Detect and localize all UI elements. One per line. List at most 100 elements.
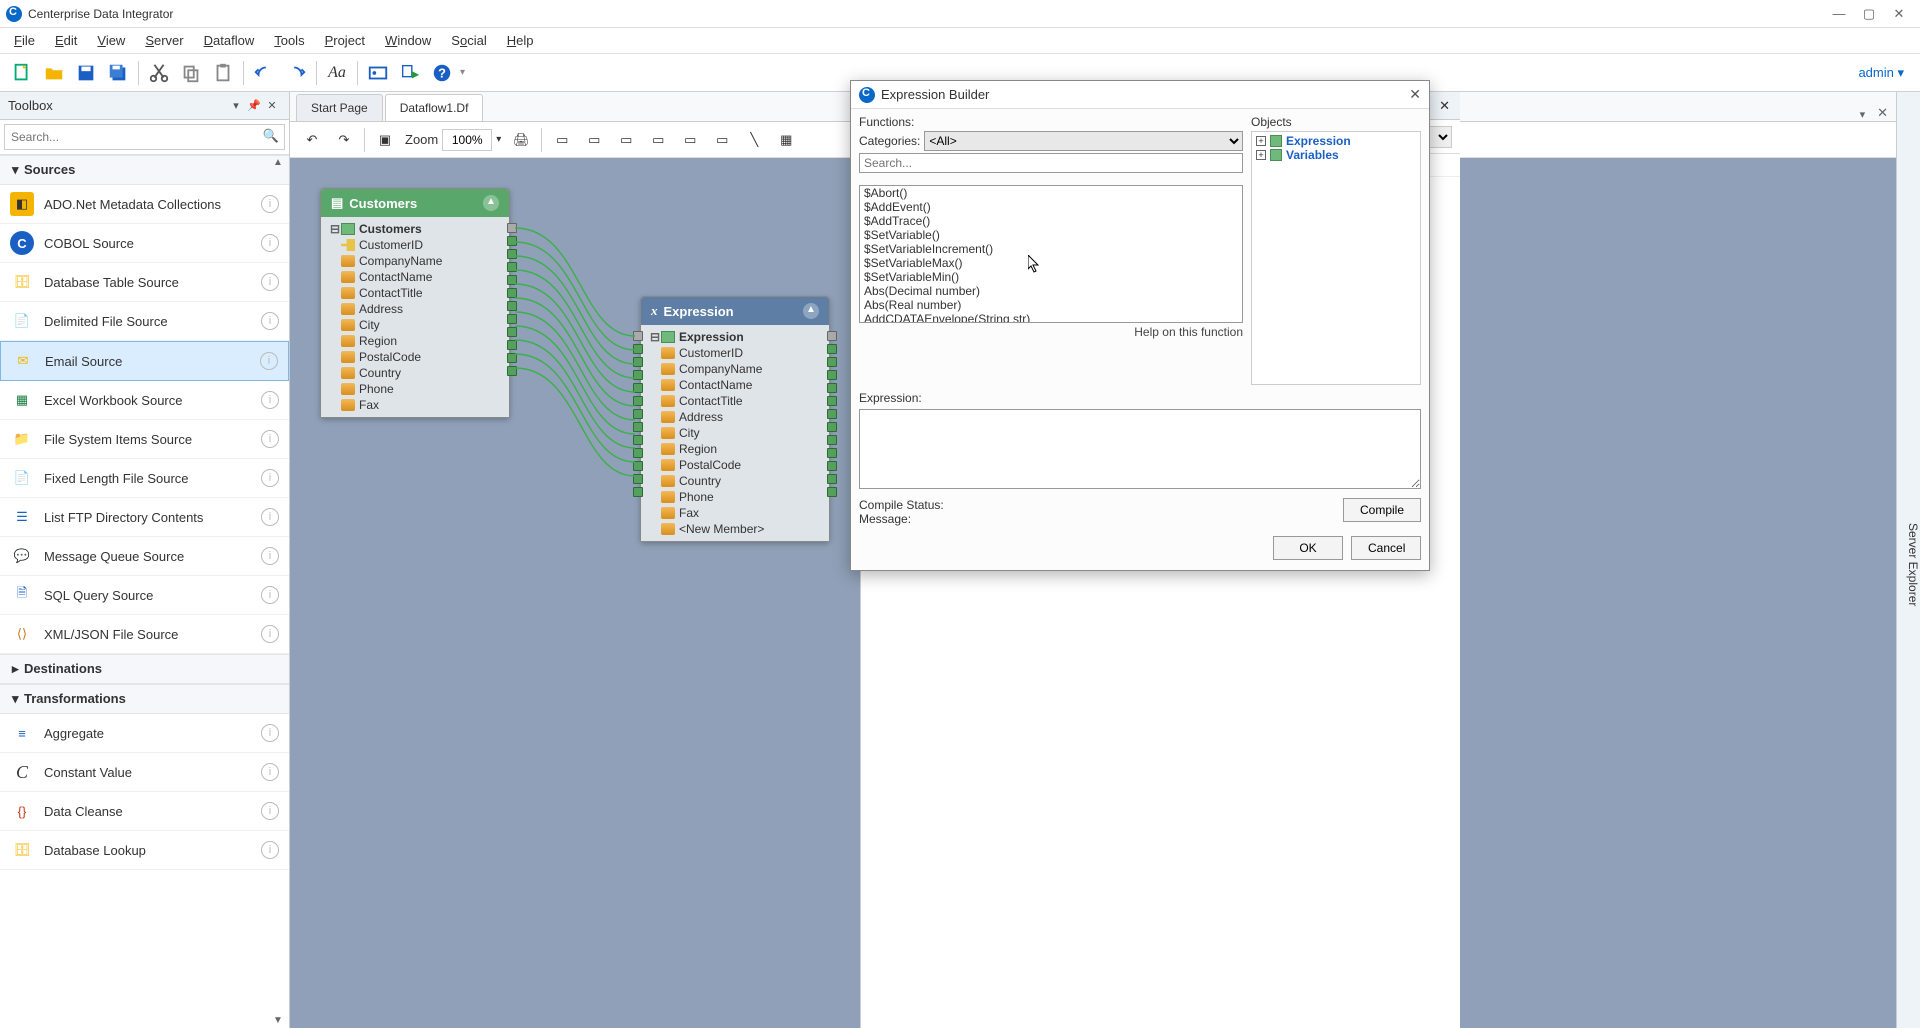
print-button[interactable]: 🖨 [507,126,535,154]
toolbox-group-destinations[interactable]: ▸Destinations [0,654,289,684]
object-expression[interactable]: +Expression [1254,134,1418,148]
save-all-button[interactable] [104,59,132,87]
align-5-button[interactable]: ▭ [676,126,704,154]
info-icon[interactable]: i [261,312,279,330]
node-expression[interactable]: x Expression ▲ ⊟Expression CustomerID Co… [640,296,830,542]
function-search-input[interactable] [859,153,1243,173]
paste-button[interactable] [209,59,237,87]
categories-select[interactable]: <All> [924,131,1243,151]
info-icon[interactable]: i [261,763,279,781]
panel-close-icon[interactable]: ✕ [1439,98,1450,114]
function-list[interactable]: $Abort() $AddEvent() $AddTrace() $SetVar… [859,185,1243,323]
new-button[interactable] [8,59,36,87]
align-4-button[interactable]: ▭ [644,126,672,154]
function-item[interactable]: $SetVariableMax() [860,256,1242,270]
menu-edit[interactable]: Edit [45,30,87,51]
toolbox-item-delimited[interactable]: 📄Delimited File Sourcei [0,302,289,341]
redo-button[interactable] [282,59,310,87]
function-item[interactable]: $SetVariableMin() [860,270,1242,284]
copy-button[interactable] [177,59,205,87]
node-customers[interactable]: ▤ Customers ▲ ⊟Customers CustomerID Comp… [320,188,510,418]
toolbox-item-db-table[interactable]: 🗄Database Table Sourcei [0,263,289,302]
undo-button[interactable] [250,59,278,87]
align-1-button[interactable]: ▭ [548,126,576,154]
toolbox-item-cobol[interactable]: CCOBOL Sourcei [0,224,289,263]
scroll-up-icon[interactable]: ▲ [273,157,285,168]
info-icon[interactable]: i [261,430,279,448]
tab-dropdown-icon[interactable]: ▾ [1860,108,1866,121]
toolbox-item-mq[interactable]: 💬Message Queue Sourcei [0,537,289,576]
compile-button[interactable]: Compile [1343,498,1421,522]
toolbox-item-email[interactable]: ✉Email Sourcei [0,341,289,381]
info-icon[interactable]: i [260,352,278,370]
menu-dataflow[interactable]: Dataflow [194,30,265,51]
objects-tree[interactable]: +Expression +Variables [1251,131,1421,385]
grid-button[interactable]: ▦ [772,126,800,154]
panel-close-icon[interactable]: ✕ [265,99,279,112]
info-icon[interactable]: i [261,469,279,487]
dialog-title-bar[interactable]: Expression Builder ✕ [851,81,1429,109]
font-button[interactable]: Aa [323,59,351,87]
function-item[interactable]: $Abort() [860,186,1242,200]
align-3-button[interactable]: ▭ [612,126,640,154]
object-variables[interactable]: +Variables [1254,148,1418,162]
node-customers-header[interactable]: ▤ Customers ▲ [321,189,509,217]
close-button[interactable]: ✕ [1884,6,1914,22]
fit-button[interactable]: ▣ [371,126,399,154]
info-icon[interactable]: i [261,802,279,820]
function-item[interactable]: Abs(Decimal number) [860,284,1242,298]
toolbox-item-dblookup[interactable]: 🗄Database Lookupi [0,831,289,870]
menu-view[interactable]: View [87,30,135,51]
tab-start-page[interactable]: Start Page [296,94,383,121]
tab-close-icon[interactable]: ✕ [1877,105,1888,121]
info-icon[interactable]: i [261,547,279,565]
help-link[interactable]: Help on this function [859,325,1243,339]
menu-file[interactable]: File [4,30,45,51]
toolbox-item-constant[interactable]: CConstant Valuei [0,753,289,792]
toolbox-group-sources[interactable]: ▾Sources [0,155,289,185]
toolbox-group-transformations[interactable]: ▾Transformations [0,684,289,714]
info-icon[interactable]: i [261,234,279,252]
function-item[interactable]: $SetVariable() [860,228,1242,242]
minimize-button[interactable]: — [1824,6,1854,21]
align-2-button[interactable]: ▭ [580,126,608,154]
panel-dropdown-icon[interactable]: ▾ [229,99,243,112]
function-item[interactable]: $AddTrace() [860,214,1242,228]
info-icon[interactable]: i [261,391,279,409]
toolbox-item-excel[interactable]: ▦Excel Workbook Sourcei [0,381,289,420]
menu-tools[interactable]: Tools [264,30,314,51]
cancel-button[interactable]: Cancel [1351,536,1421,560]
function-item[interactable]: $SetVariableIncrement() [860,242,1242,256]
info-icon[interactable]: i [261,586,279,604]
toolbox-item-ado[interactable]: ◧ADO.Net Metadata Collectionsi [0,185,289,224]
canvas-redo-button[interactable]: ↷ [330,126,358,154]
function-item[interactable]: Abs(Real number) [860,298,1242,312]
collapse-icon[interactable]: ▲ [483,195,499,211]
help-button[interactable]: ? [428,59,456,87]
toolbox-item-cleanse[interactable]: {}Data Cleansei [0,792,289,831]
info-icon[interactable]: i [261,195,279,213]
function-item[interactable]: $AddEvent() [860,200,1242,214]
toolbox-item-filesystem[interactable]: 📁File System Items Sourcei [0,420,289,459]
canvas-undo-button[interactable]: ↶ [298,126,326,154]
save-button[interactable] [72,59,100,87]
toolbox-item-aggregate[interactable]: ≡Aggregatei [0,714,289,753]
zoom-input[interactable] [442,129,492,151]
link-button[interactable]: ╲ [740,126,768,154]
ok-button[interactable]: OK [1273,536,1343,560]
info-icon[interactable]: i [261,841,279,859]
toolbox-item-sql[interactable]: 🗎SQL Query Sourcei [0,576,289,615]
cut-button[interactable] [145,59,173,87]
open-button[interactable] [40,59,68,87]
info-icon[interactable]: i [261,724,279,742]
toolbox-item-fixedlen[interactable]: 📄Fixed Length File Sourcei [0,459,289,498]
info-icon[interactable]: i [261,273,279,291]
panel-pin-icon[interactable]: 📌 [247,99,261,112]
tab-dataflow1[interactable]: Dataflow1.Df [385,94,484,121]
search-icon[interactable]: 🔍 [263,128,279,144]
menu-help[interactable]: Help [497,30,544,51]
expression-textarea[interactable] [859,409,1421,489]
toolbox-item-ftp[interactable]: ☰List FTP Directory Contentsi [0,498,289,537]
toolbox-search-input[interactable] [4,124,285,150]
toolbox-list[interactable]: ▲ ▾Sources ◧ADO.Net Metadata Collections… [0,155,289,1028]
